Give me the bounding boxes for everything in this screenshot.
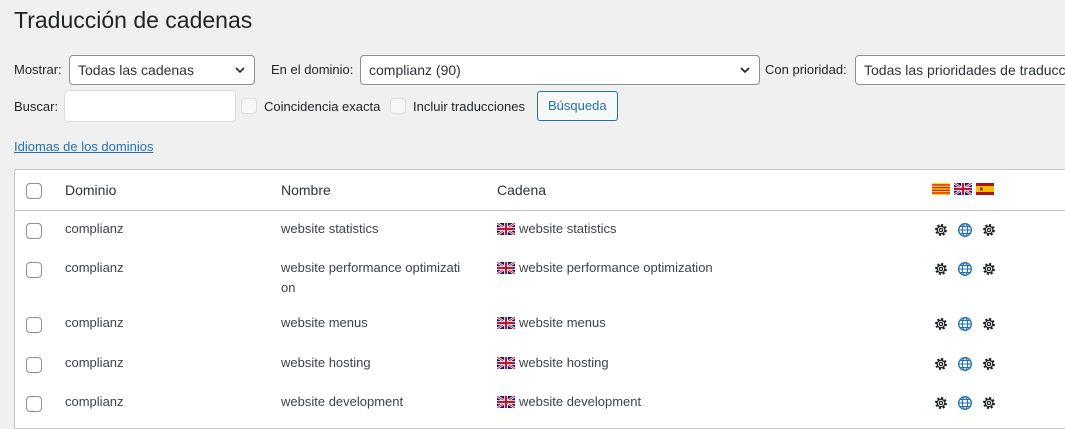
row-domain: complianz [65, 355, 124, 370]
strings-table: Dominio Nombre Cadena complianz website … [14, 169, 1065, 429]
include-translations-label: Incluir traducciones [413, 99, 525, 114]
uk-flag-icon [497, 262, 515, 274]
catalan-flag-icon[interactable] [932, 183, 950, 195]
column-header-name: Nombre [281, 182, 331, 198]
row-checkbox[interactable] [26, 317, 42, 333]
row-actions [932, 221, 998, 239]
table-header: Dominio Nombre Cadena [15, 170, 1065, 211]
row-actions [932, 260, 998, 278]
row-string-text: website statistics [519, 221, 617, 236]
row-string[interactable]: website statistics [497, 219, 617, 239]
gear-icon[interactable] [980, 394, 998, 412]
gear-icon[interactable] [932, 221, 950, 239]
row-string[interactable]: website performance optimization [497, 258, 713, 278]
page-title: Traducción de cadenas [14, 7, 253, 33]
row-checkbox[interactable] [26, 262, 42, 278]
row-domain: complianz [65, 260, 124, 275]
select-all-checkbox[interactable] [26, 183, 42, 199]
row-checkbox[interactable] [26, 223, 42, 239]
exact-match-label: Coincidencia exacta [264, 99, 381, 114]
chevron-down-icon [235, 67, 245, 74]
priority-select-value: Todas las prioridades de traducción [864, 62, 1065, 78]
gear-icon[interactable] [980, 260, 998, 278]
gear-icon[interactable] [932, 355, 950, 373]
globe-icon[interactable] [956, 315, 974, 333]
gear-icon[interactable] [932, 394, 950, 412]
row-string-text: website menus [519, 315, 606, 330]
uk-flag-icon[interactable] [954, 183, 972, 195]
gear-icon[interactable] [932, 260, 950, 278]
domain-select-value: complianz (90) [369, 62, 461, 78]
search-input[interactable] [64, 90, 236, 122]
row-domain: complianz [65, 394, 124, 409]
row-string-text: website hosting [519, 355, 609, 370]
row-string-text: website development [519, 394, 642, 409]
row-actions [932, 355, 998, 373]
column-header-string: Cadena [497, 182, 547, 198]
globe-icon[interactable] [956, 260, 974, 278]
chevron-down-icon [740, 67, 750, 74]
search-label: Buscar: [14, 99, 59, 114]
row-name: website performance optimizati on [281, 260, 461, 295]
search-button[interactable]: Búsqueda [537, 91, 618, 121]
uk-flag-icon [497, 223, 515, 235]
row-string-text: website performance optimization [519, 260, 713, 275]
uk-flag-icon [497, 396, 515, 408]
row-actions [932, 315, 998, 333]
row-checkbox[interactable] [26, 357, 42, 373]
language-flags [932, 183, 994, 195]
uk-flag-icon [497, 357, 515, 369]
row-actions [932, 394, 998, 412]
show-select[interactable]: Todas las cadenas [69, 55, 255, 85]
exact-match-checkbox[interactable] [241, 98, 257, 114]
row-name: website hosting [281, 355, 371, 370]
row-checkbox[interactable] [26, 396, 42, 412]
gear-icon[interactable] [980, 355, 998, 373]
show-label: Mostrar: [14, 62, 62, 77]
globe-icon[interactable] [956, 221, 974, 239]
row-string[interactable]: website development [497, 392, 641, 412]
row-string[interactable]: website hosting [497, 353, 609, 373]
row-name: website menus [281, 315, 368, 330]
row-domain: complianz [65, 221, 124, 236]
spain-flag-icon[interactable] [976, 183, 994, 195]
row-name: website development [281, 394, 404, 409]
globe-icon[interactable] [956, 394, 974, 412]
domain-select[interactable]: complianz (90) [360, 55, 760, 85]
row-domain: complianz [65, 315, 124, 330]
priority-label: Con prioridad: [765, 62, 847, 77]
gear-icon[interactable] [932, 315, 950, 333]
priority-select[interactable]: Todas las prioridades de traducción [855, 55, 1065, 85]
row-name: website statistics [281, 221, 379, 236]
uk-flag-icon [497, 317, 515, 329]
show-select-value: Todas las cadenas [78, 62, 194, 78]
include-translations-checkbox[interactable] [390, 98, 406, 114]
domain-label: En el dominio: [271, 62, 354, 77]
globe-icon[interactable] [956, 355, 974, 373]
gear-icon[interactable] [980, 221, 998, 239]
row-string[interactable]: website menus [497, 313, 606, 333]
column-header-domain: Dominio [65, 182, 117, 198]
domain-languages-link[interactable]: Idiomas de los dominios [14, 139, 153, 154]
gear-icon[interactable] [980, 315, 998, 333]
